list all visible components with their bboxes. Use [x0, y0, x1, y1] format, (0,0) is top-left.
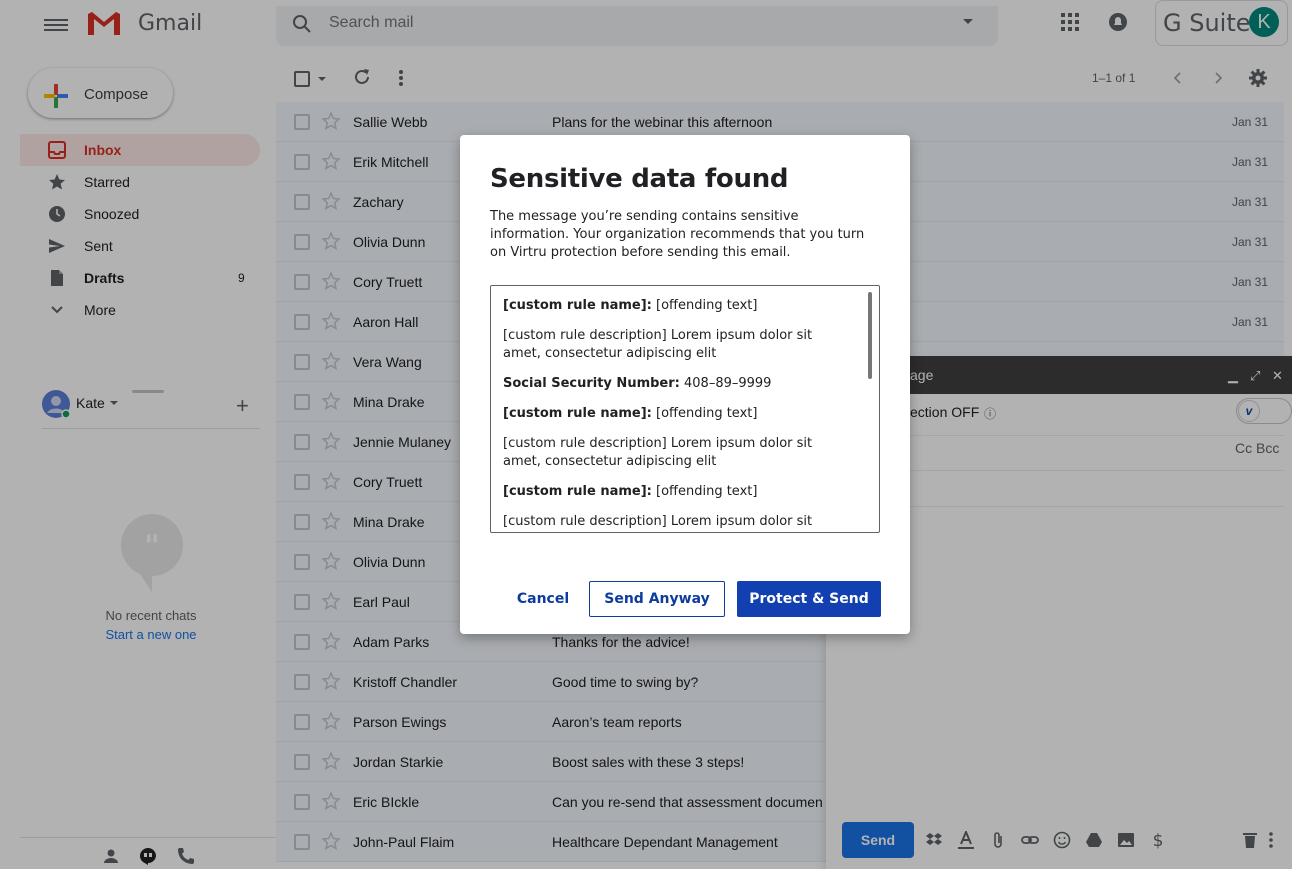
finding-item: [custom rule name]: [offending text]: [503, 405, 853, 423]
finding-rule-name: [custom rule name]:: [503, 298, 652, 313]
dialog-title: Sensitive data found: [490, 164, 789, 194]
finding-value: [offending text]: [656, 484, 758, 499]
dialog-description: The message you’re sending contains sens…: [490, 209, 865, 260]
finding-rule-name: [custom rule name]:: [503, 406, 652, 421]
finding-item: [custom rule name]: [offending text]: [503, 297, 853, 315]
finding-description: [custom rule description] Lorem ipsum do…: [503, 328, 813, 361]
findings-scrollbar[interactable]: [868, 292, 872, 379]
finding-item: [custom rule name]: [offending text]: [503, 483, 853, 501]
finding-item: Social Security Number: 408–89–9999: [503, 375, 853, 393]
finding-description: [custom rule description] Lorem ipsum do…: [503, 436, 813, 469]
send-anyway-button[interactable]: Send Anyway: [589, 581, 725, 617]
cancel-button[interactable]: Cancel: [507, 581, 579, 617]
finding-rule-name: [custom rule name]:: [503, 484, 652, 499]
finding-value: [offending text]: [656, 406, 758, 421]
finding-rule-name: Social Security Number:: [503, 376, 680, 391]
finding-value: [offending text]: [656, 298, 758, 313]
protect-and-send-button[interactable]: Protect & Send: [737, 581, 881, 617]
finding-description: [custom rule description] Lorem ipsum do…: [503, 514, 813, 529]
finding-value: 408–89–9999: [684, 376, 772, 391]
